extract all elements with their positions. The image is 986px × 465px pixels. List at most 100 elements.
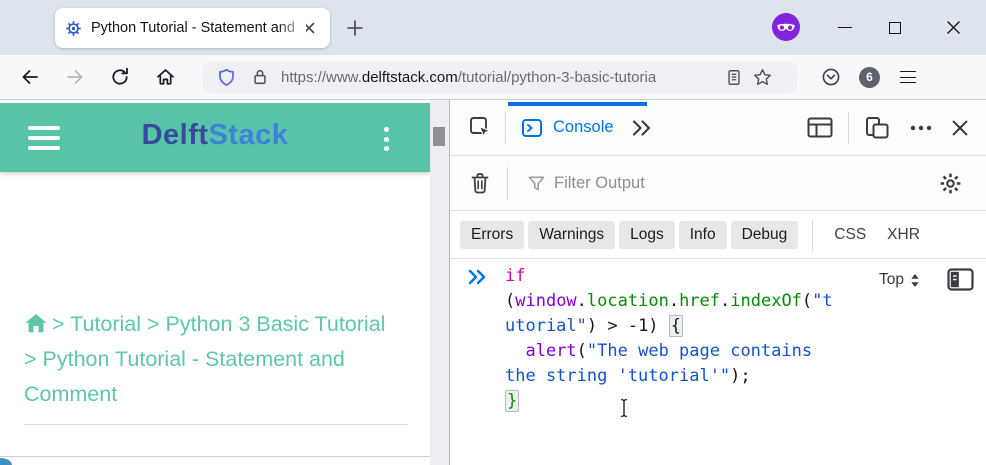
picker-cursor-icon [470, 116, 492, 139]
console-code-line: the string 'tutorial'"); [505, 366, 751, 386]
new-tab-button[interactable] [343, 16, 367, 40]
extension-badge[interactable]: 6 [859, 66, 880, 88]
navigation-toolbar: https://www.delftstack.com/tutorial/pyth… [0, 55, 986, 100]
breadcrumb-home-icon[interactable] [24, 313, 48, 334]
window-close-button[interactable] [930, 0, 976, 55]
meatballs-icon [910, 125, 932, 130]
filter-buttons-group: Errors Warnings Logs Info Debug [460, 220, 799, 249]
back-icon [22, 70, 38, 84]
logo-part-delft: Delft [141, 119, 209, 151]
reload-button[interactable] [104, 61, 136, 93]
responsive-mode-button[interactable] [862, 116, 892, 140]
pocket-icon[interactable] [815, 61, 847, 93]
filter-category-css[interactable]: CSS [834, 226, 866, 244]
active-tab-indicator [508, 102, 647, 106]
separator [505, 111, 506, 144]
filter-button-logs[interactable]: Logs [619, 220, 675, 249]
connection-lock-icon[interactable] [247, 64, 273, 90]
devtools-tabbar: Console [450, 100, 986, 156]
window-minimize-button[interactable] [822, 0, 868, 55]
devtools-close-button[interactable] [947, 119, 973, 137]
separator [848, 111, 849, 144]
url-domain: delftstack.com [361, 68, 458, 86]
double-chevron-icon [632, 119, 650, 136]
breadcrumb-line-2[interactable]: > Python Tutorial - Statement and [24, 342, 420, 377]
breadcrumb-text-1: > Tutorial > Python 3 Basic Tutorial [52, 312, 386, 336]
logo-part-stack: Stack [208, 119, 289, 151]
minimize-icon [838, 27, 852, 28]
breadcrumb: > Tutorial > Python 3 Basic Tutorial > P… [24, 307, 420, 412]
dock-layout-button[interactable] [805, 117, 835, 138]
browser-tab[interactable]: Python Tutorial - Statement and [55, 8, 330, 48]
page-more-kebab-icon[interactable] [384, 127, 389, 156]
filter-button-errors[interactable]: Errors [460, 220, 525, 249]
back-button[interactable] [14, 61, 46, 93]
reload-icon [112, 67, 128, 85]
context-selector-label: Top [879, 271, 904, 288]
filter-button-warnings[interactable]: Warnings [528, 220, 616, 249]
filter-categories-group: CSS XHR [834, 226, 920, 244]
inspector-picker-button[interactable] [467, 115, 495, 141]
console-code[interactable]: if (window.location.href.indexOf("t utoria… [505, 264, 845, 414]
home-button[interactable] [149, 61, 181, 93]
section-divider [0, 456, 430, 457]
content-divider [24, 424, 408, 425]
evaluation-context-selector[interactable]: Top [879, 271, 920, 289]
web-page-viewport: DelftStack > Tutorial > Python 3 Basic T… [0, 100, 430, 465]
responsive-mode-icon [866, 116, 889, 138]
url-scheme: https://www. [281, 68, 362, 86]
console-tab-icon [522, 118, 542, 137]
tab-title-fade [278, 8, 306, 48]
separator [507, 167, 508, 199]
maximize-icon [889, 21, 901, 34]
partial-image-corner [0, 458, 12, 465]
panel-left-icon [947, 268, 974, 291]
page-header: DelftStack [0, 103, 430, 172]
window-maximize-button[interactable] [872, 0, 918, 55]
breadcrumb-line-3[interactable]: Comment [24, 377, 420, 412]
forward-button[interactable] [59, 61, 91, 93]
console-tab-label: Console [553, 118, 614, 136]
filter-button-info[interactable]: Info [678, 220, 727, 249]
tracking-protection-shield-icon[interactable] [213, 64, 239, 90]
editor-sidebar-toggle-button[interactable] [947, 268, 974, 296]
filter-button-debug[interactable]: Debug [730, 220, 799, 249]
bookmark-star-icon[interactable] [749, 64, 775, 90]
app-menu-button[interactable] [892, 61, 924, 93]
breadcrumb-text-3: Comment [24, 382, 118, 406]
console-code-line: } [505, 390, 520, 412]
devtools-panel: Console Filter Output Errors Warnings Lo… [449, 100, 986, 465]
scrollbar-thumb[interactable] [433, 127, 445, 146]
filter-category-xhr[interactable]: XHR [887, 226, 920, 244]
console-settings-button[interactable] [936, 171, 964, 196]
console-prompt-icon [468, 269, 487, 290]
site-favicon-icon [65, 20, 82, 37]
url-path: /tutorial/python-3-basic-tutoria [457, 68, 657, 86]
gear-icon [940, 173, 960, 193]
console-input-area[interactable]: if (window.location.href.indexOf("t utoria… [450, 259, 986, 465]
console-code-line: (window.location.href.indexOf("t [505, 291, 833, 311]
reader-mode-icon[interactable] [721, 64, 747, 90]
console-code-line: utorial") > -1) { [505, 315, 684, 337]
url-text: https://www.delftstack.com/tutorial/pyth… [281, 68, 719, 86]
filter-funnel-icon [527, 175, 546, 192]
more-tabs-button[interactable] [629, 119, 655, 137]
tab-console[interactable]: Console [521, 117, 614, 139]
site-logo[interactable]: DelftStack [0, 119, 430, 152]
filter-output-input[interactable] [554, 173, 936, 193]
up-down-arrows-icon [911, 273, 919, 287]
console-code-line: if [505, 266, 526, 286]
forward-icon [67, 70, 83, 84]
console-filter-bar [450, 156, 986, 211]
clear-console-button[interactable] [467, 171, 493, 195]
console-code-line: alert("The web page contains [525, 341, 813, 361]
address-bar[interactable]: https://www.delftstack.com/tutorial/pyth… [203, 61, 797, 93]
breadcrumb-line-1[interactable]: > Tutorial > Python 3 Basic Tutorial [24, 307, 420, 342]
mouse-text-cursor [618, 398, 630, 423]
window-close-icon [946, 21, 960, 34]
breadcrumb-text-2: > Python Tutorial - Statement and [24, 347, 345, 371]
toolbar-right-icons: 6 [815, 61, 924, 93]
page-scrollbar[interactable] [430, 100, 449, 465]
more-options-button[interactable] [907, 125, 935, 131]
trash-icon [471, 173, 489, 194]
